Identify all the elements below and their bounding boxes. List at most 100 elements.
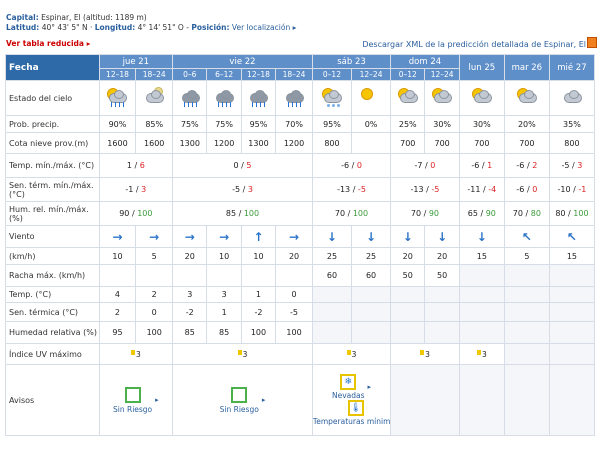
max-value: 100	[352, 209, 369, 218]
sky-cell	[350, 80, 392, 116]
wind-arrow-icon: →	[184, 229, 195, 244]
separator: /	[479, 161, 488, 170]
row-label-cota: Cota nieve prov.(m)	[5, 132, 100, 154]
hum-minmax-cell: 65 / 90	[458, 201, 505, 226]
uv-value: 3	[425, 349, 430, 359]
snow-level-cell: 700	[503, 132, 550, 154]
precip-prob-cell: 95%	[311, 115, 353, 133]
snow-level-cell: 700	[458, 132, 505, 154]
period-header: 0–6	[172, 68, 208, 81]
max-value: 0	[430, 161, 436, 170]
wind-speed-cell: 15	[458, 247, 505, 265]
forecast-table: Fecha jue 21 vie 22 sáb 23 dom 24 lun 25…	[5, 54, 596, 436]
max-value: 80	[530, 209, 541, 218]
max-value: -1	[578, 185, 587, 194]
empty-cell	[548, 286, 596, 303]
wind-arrow-icon: →	[219, 229, 230, 244]
humidity-cell: 100	[275, 321, 313, 344]
sen-minmax-cell: -13 / -5	[390, 177, 460, 202]
location-header: Capital: Espinar, El (altitud: 1189 m) L…	[6, 13, 297, 32]
empty-cell	[503, 321, 550, 344]
reduced-table-link[interactable]: Ver tabla reducida ▸	[6, 39, 90, 48]
chevron-right-icon[interactable]: ▸	[368, 383, 372, 391]
uv-value: 3	[242, 349, 248, 359]
warning-link[interactable]: Sin Riesgo	[113, 386, 152, 414]
hum-minmax-cell: 70 / 100	[311, 201, 392, 226]
wind-arrow-icon: ↓	[402, 229, 413, 244]
precip-prob-cell: 30%	[424, 115, 460, 133]
empty-cell	[458, 302, 505, 322]
separator: /	[131, 161, 140, 170]
empty-cell	[458, 321, 505, 344]
row-label-hum: Hum. rel. mín./máx. (%)	[5, 201, 100, 226]
empty-cell	[503, 264, 550, 287]
sen-minmax-cell: -6 / 0	[503, 177, 550, 202]
precip-prob-cell: 85%	[135, 115, 174, 133]
empty-cell	[311, 286, 353, 303]
cloud-sun-icon	[396, 87, 420, 107]
max-value: 3	[247, 185, 253, 194]
empty-cell	[424, 321, 460, 344]
chevron-right-icon[interactable]: ▸	[155, 396, 159, 404]
wind-direction-arrow: ↓	[424, 225, 460, 248]
warning-link[interactable]: 🌡 Temperaturas mínimas	[313, 400, 390, 426]
wind-speed-cell: 15	[548, 247, 596, 265]
row-label-racha: Racha máx. (km/h)	[5, 264, 100, 287]
separator: /	[349, 161, 357, 170]
max-value: -5	[431, 185, 440, 194]
latitude-value: 40° 43' 5" N	[41, 23, 88, 32]
row-label-hum2: Humedad relativa (%)	[5, 321, 100, 344]
separator: /	[345, 209, 353, 218]
gust-cell: 60	[350, 264, 392, 287]
empty-cell	[503, 343, 550, 365]
max-value: -4	[488, 185, 497, 194]
wind-arrow-icon: →	[289, 229, 300, 244]
cloud-sun-icon	[470, 87, 494, 107]
sky-cell	[548, 80, 596, 116]
empty-cell	[503, 364, 550, 436]
download-xml-link[interactable]: Descargar XML de la predicción detallada…	[362, 40, 586, 49]
precip-prob-cell: 30%	[458, 115, 505, 133]
day-header: dom 24	[390, 54, 460, 69]
cloud-rain-icon	[282, 87, 306, 107]
wind-speed-cell: 20	[172, 247, 208, 265]
no-risk-icon	[124, 386, 141, 403]
fecha-header: Fecha	[5, 54, 100, 81]
empty-cell	[424, 302, 460, 322]
warning-link[interactable]: Sin Riesgo	[220, 386, 259, 414]
max-value: 2	[532, 161, 538, 170]
wind-direction-arrow: →	[275, 225, 313, 248]
wind-direction-arrow: ↓	[311, 225, 353, 248]
wind-speed-cell: 5	[135, 247, 174, 265]
uv-cell: 3	[458, 343, 505, 365]
gust-cell	[135, 264, 174, 287]
empty-cell	[458, 264, 505, 287]
day-header: mar 26	[503, 54, 550, 81]
temp-cell: 2	[135, 286, 174, 303]
uv-flag-icon	[346, 349, 351, 355]
sky-cell	[172, 80, 208, 116]
wind-speed-cell: 10	[240, 247, 277, 265]
uv-cell: 3	[98, 343, 174, 365]
wind-speed-cell: 20	[390, 247, 426, 265]
empty-cell	[503, 286, 550, 303]
empty-cell	[390, 302, 426, 322]
empty-cell	[311, 302, 353, 322]
wind-arrow-icon: ↓	[476, 229, 487, 244]
xml-download-icon[interactable]	[587, 37, 597, 48]
sky-cell	[206, 80, 242, 116]
temp-minmax-cell: -6 / 1	[458, 153, 505, 178]
warning-link[interactable]: ❄ Nevadas	[332, 374, 365, 400]
row-label-viento: Viento	[5, 225, 100, 248]
empty-cell	[390, 321, 426, 344]
view-location-link[interactable]: Ver localización ▸	[232, 23, 296, 32]
uv-flag-icon	[237, 349, 242, 355]
period-header: 6–12	[206, 68, 242, 81]
max-value: 100	[573, 209, 589, 218]
empty-cell	[350, 286, 392, 303]
chevron-right-icon[interactable]: ▸	[262, 396, 266, 404]
uv-flag-icon	[130, 349, 135, 355]
max-value: -5	[357, 185, 366, 194]
uv-value: 3	[351, 349, 357, 359]
wind-direction-arrow: →	[98, 225, 137, 248]
